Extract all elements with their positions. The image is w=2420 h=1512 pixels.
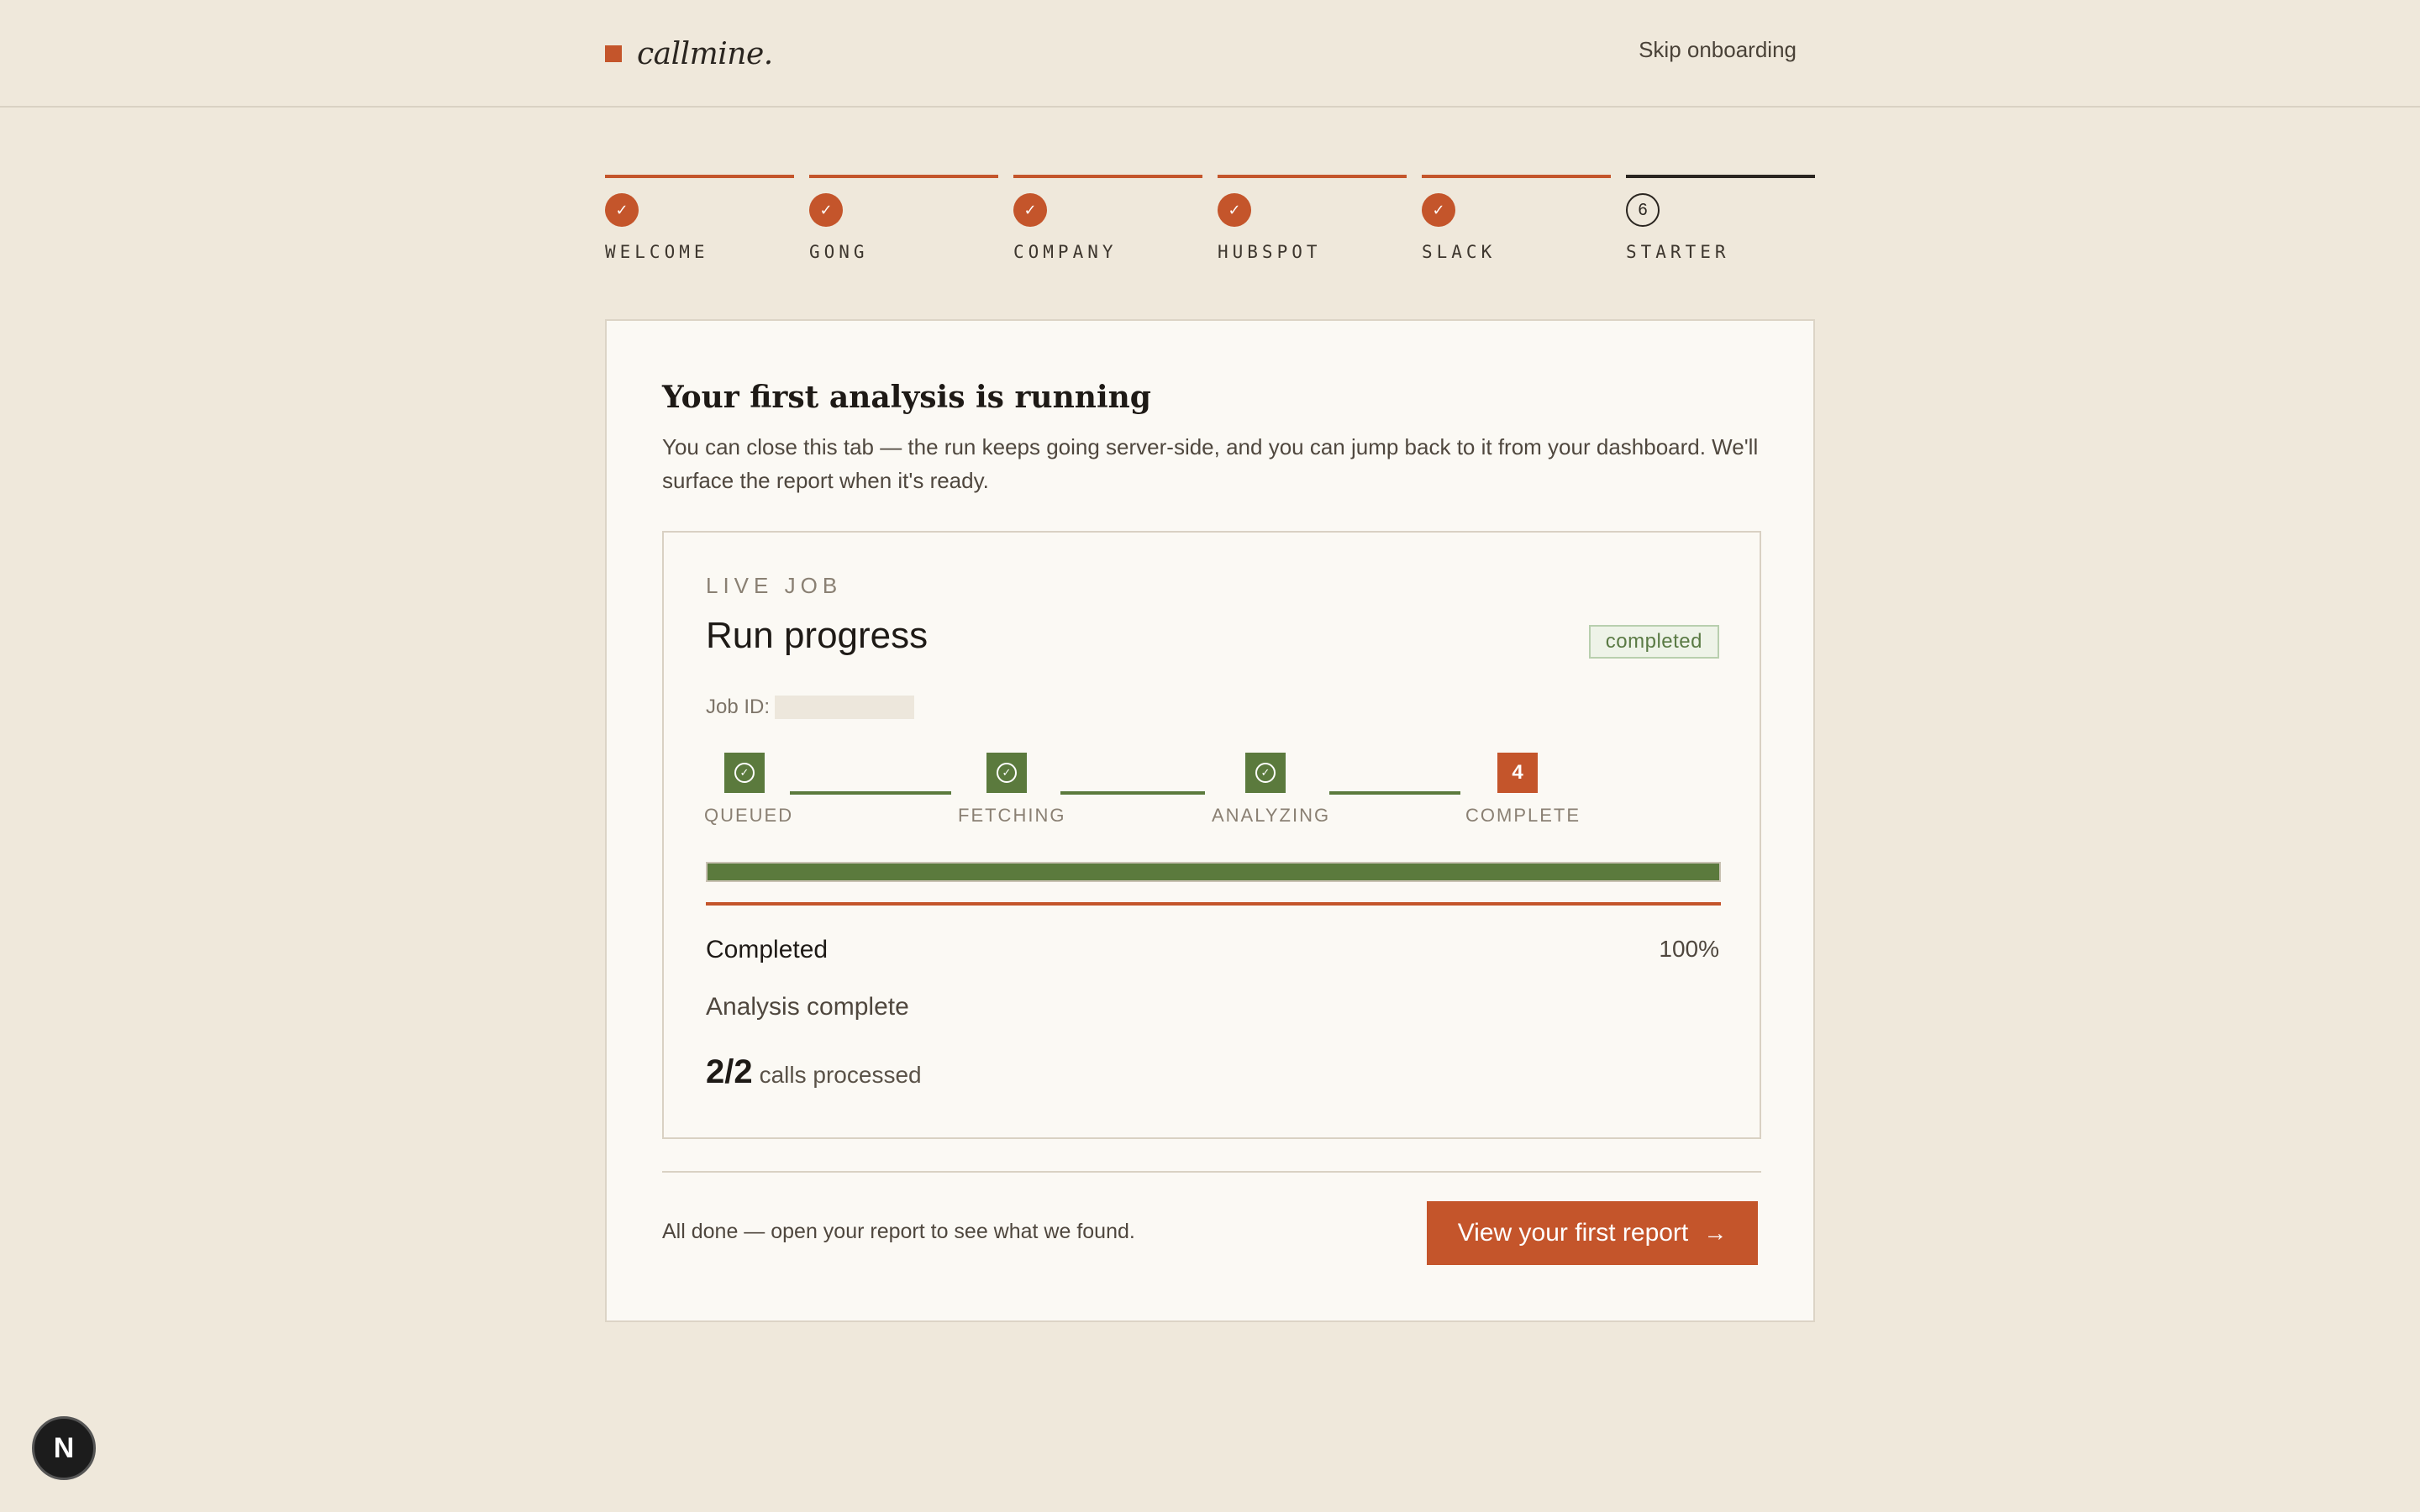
step-bar: [1218, 175, 1407, 178]
check-circle-icon: ✓: [734, 763, 755, 783]
phase-complete: 4 COMPLETE: [1465, 753, 1579, 826]
check-icon: ✓: [1422, 193, 1455, 227]
onboarding-stepper: ✓ WELCOME ✓ GONG ✓ COMPANY ✓ HUBSPOT ✓ S…: [605, 175, 1815, 267]
progress-accent-line: [706, 902, 1721, 906]
step-label: HUBSPOT: [1218, 242, 1322, 262]
phase-connector: [1060, 791, 1205, 795]
step-label: STARTER: [1626, 242, 1730, 262]
card-title: Your first analysis is running: [662, 380, 1151, 415]
live-job-panel: LIVE JOB Run progress completed Job ID: …: [662, 531, 1761, 1139]
phase-label: COMPLETE: [1465, 805, 1581, 826]
step-bar: [1013, 175, 1202, 178]
step-label: GONG: [809, 242, 869, 262]
step-bar: [605, 175, 794, 178]
step-bar: [809, 175, 998, 178]
phase-number-box: 4: [1497, 753, 1538, 793]
phase-check-box: ✓: [986, 753, 1027, 793]
brand-name: callmine.: [637, 36, 773, 71]
divider: [662, 1171, 1761, 1173]
phase-check-box: ✓: [1245, 753, 1286, 793]
check-icon: ✓: [1013, 193, 1047, 227]
step-bar: [1626, 175, 1815, 178]
check-icon: ✓: [605, 193, 639, 227]
progress-bar: [706, 862, 1721, 882]
job-id-value[interactable]: [775, 696, 915, 719]
calls-processed: 2/2 calls processed: [706, 1053, 922, 1091]
phase-label: QUEUED: [704, 805, 794, 826]
phase-queued: ✓ QUEUED: [704, 753, 792, 826]
step-company[interactable]: ✓ COMPANY: [1013, 175, 1202, 267]
check-icon: ✓: [1218, 193, 1251, 227]
arrow-right-icon: →: [1703, 1220, 1728, 1246]
phase-connector: [790, 791, 951, 795]
brand-square-icon: [605, 45, 622, 62]
check-icon: ✓: [809, 193, 843, 227]
progress-fill: [708, 864, 1719, 880]
phase-connector: [1329, 791, 1460, 795]
step-label: COMPANY: [1013, 242, 1118, 262]
skip-onboarding-link[interactable]: Skip onboarding: [1639, 37, 1797, 63]
step-welcome[interactable]: ✓ WELCOME: [605, 175, 794, 267]
live-job-label: LIVE JOB: [706, 573, 843, 598]
job-id: Job ID:: [706, 696, 915, 719]
step-label: SLACK: [1422, 242, 1497, 262]
phase-fetching: ✓ FETCHING: [958, 753, 1064, 826]
card-description: You can close this tab — the run keeps g…: [662, 434, 1759, 493]
brand-logo[interactable]: callmine.: [605, 32, 773, 76]
phase-label: ANALYZING: [1212, 805, 1331, 826]
job-id-label: Job ID:: [706, 696, 771, 718]
step-slack[interactable]: ✓ SLACK: [1422, 175, 1611, 267]
step-bar: [1422, 175, 1611, 178]
step-gong[interactable]: ✓ GONG: [809, 175, 998, 267]
completed-label: Completed: [706, 936, 829, 963]
check-circle-icon: ✓: [1255, 763, 1276, 783]
done-message: All done — open your report to see what …: [662, 1220, 1135, 1243]
step-number: 6: [1626, 193, 1660, 227]
check-circle-icon: ✓: [997, 763, 1017, 783]
view-report-button[interactable]: View your first report →: [1427, 1201, 1758, 1265]
calls-text: calls processed: [759, 1062, 922, 1088]
run-progress-title: Run progress: [706, 615, 929, 656]
calls-count: 2/2: [706, 1053, 753, 1090]
step-hubspot[interactable]: ✓ HUBSPOT: [1218, 175, 1407, 267]
phase-analyzing: ✓ ANALYZING: [1212, 753, 1328, 826]
step-starter[interactable]: 6 STARTER: [1626, 175, 1815, 267]
analysis-card: Your first analysis is running You can c…: [605, 319, 1815, 1322]
top-header: callmine. Skip onboarding: [0, 0, 2420, 108]
analysis-message: Analysis complete: [706, 993, 909, 1021]
phase-label: FETCHING: [958, 805, 1066, 826]
progress-percent: 100%: [1659, 936, 1719, 962]
step-label: WELCOME: [605, 242, 709, 262]
dev-tools-button[interactable]: N: [32, 1416, 96, 1480]
view-report-label: View your first report: [1457, 1219, 1689, 1247]
status-badge: completed: [1588, 625, 1719, 659]
phase-check-box: ✓: [724, 753, 765, 793]
